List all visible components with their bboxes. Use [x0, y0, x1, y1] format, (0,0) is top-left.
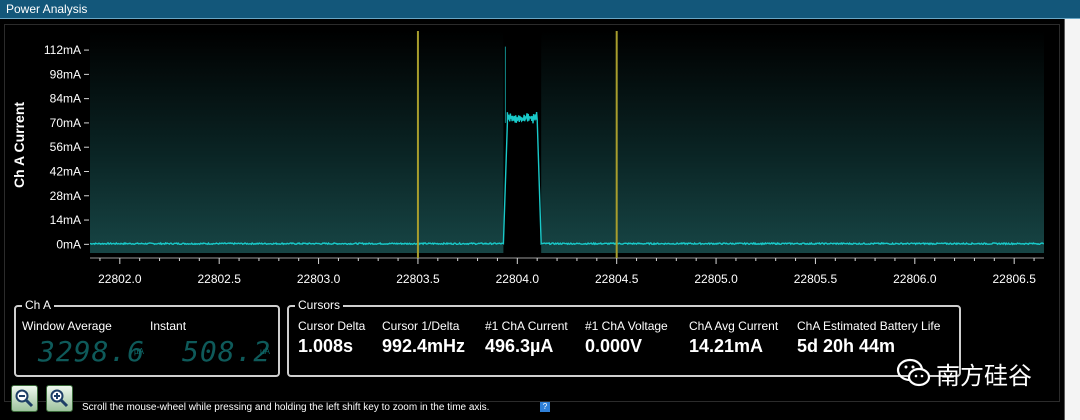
cursors-panel: Cursors Cursor Delta 1.008s Cursor 1/Del…	[287, 298, 961, 377]
cursor-delta-value: 1.008s	[298, 336, 354, 356]
battery-life-value: 5d 20h 44m	[797, 336, 896, 356]
x-tick-label: 22806.0	[893, 272, 937, 286]
x-tick-label: 22803.5	[396, 272, 440, 286]
x-tick-label: 22805.0	[694, 272, 738, 286]
cursor-inv-delta-label: Cursor 1/Delta	[382, 319, 460, 333]
battery-life-label: ChA Estimated Battery Life	[797, 319, 941, 333]
y-tick-label: 14mA	[50, 213, 81, 227]
x-tick-label: 22802.0	[98, 272, 142, 286]
zoom-in-icon	[50, 389, 69, 408]
cha-voltage-value: 0.000V	[585, 336, 643, 356]
window-average-value: 3298.6	[38, 335, 146, 368]
x-tick-label: 22806.5	[992, 272, 1036, 286]
y-tick-label: 56mA	[50, 140, 81, 154]
cha-panel-title: Ch A	[22, 298, 55, 312]
y-tick-label: 84mA	[50, 92, 81, 106]
help-icon[interactable]: ?	[540, 402, 550, 412]
y-tick-label: 112mA	[44, 43, 81, 57]
zoom-in-button[interactable]	[46, 385, 73, 412]
zoom-out-button[interactable]	[11, 385, 38, 412]
window-average-label: Window Average	[22, 319, 112, 333]
current-chart[interactable]: 112mA 98mA 84mA 70mA 56mA 42mA 28mA 14mA 0mA 2280…	[0, 0, 1080, 300]
cha-avg-current-value: 14.21mA	[689, 336, 764, 356]
y-tick-label: 28mA	[50, 189, 81, 203]
y-axis-label: Ch A Current	[11, 102, 27, 188]
cursor-inv-delta-value: 992.4mHz	[382, 336, 466, 356]
cha-panel: Ch A Window Average Instant 3298.6 µA 50…	[14, 298, 280, 377]
cha-voltage-label: #1 ChA Voltage	[585, 319, 668, 333]
watermark-text: 南方硅谷	[936, 362, 1032, 390]
pulse-shadow	[503, 31, 542, 253]
cursors-panel-title: Cursors	[295, 298, 344, 312]
instant-unit: µA	[260, 347, 270, 356]
x-tick-label: 22805.5	[794, 272, 838, 286]
cursor-delta-label: Cursor Delta	[298, 319, 366, 333]
instant-label: Instant	[150, 319, 187, 333]
instant-value: 508.2	[182, 335, 272, 368]
y-tick-label: 70mA	[50, 116, 81, 130]
zoom-hint: Scroll the mouse-wheel while pressing an…	[82, 402, 490, 413]
zoom-out-icon	[15, 389, 34, 408]
y-tick-label: 42mA	[50, 164, 81, 178]
y-tick-label: 98mA	[50, 67, 81, 81]
wechat-icon	[896, 358, 931, 387]
cha-current-value: 496.3µA	[485, 336, 554, 356]
cha-current-label: #1 ChA Current	[485, 319, 568, 333]
x-tick-label: 22802.5	[197, 272, 241, 286]
x-tick-label: 22803.0	[297, 272, 341, 286]
x-tick-label: 22804.0	[496, 272, 540, 286]
x-tick-label: 22804.5	[595, 272, 639, 286]
y-tick-label: 0mA	[56, 237, 81, 251]
window-average-unit: µA	[134, 347, 144, 356]
cha-avg-current-label: ChA Avg Current	[689, 319, 779, 333]
plot-area[interactable]	[90, 31, 1044, 253]
